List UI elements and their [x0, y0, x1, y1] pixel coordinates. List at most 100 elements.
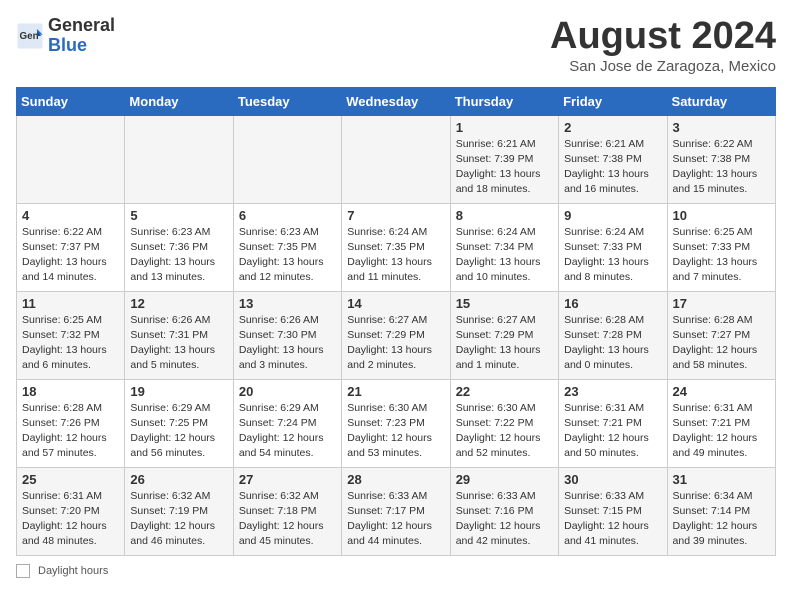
calendar-week-row: 1 Sunrise: 6:21 AM Sunset: 7:39 PM Daylig… [17, 115, 776, 203]
calendar-cell: 8Sunrise: 6:24 AM Sunset: 7:34 PM Daylig… [450, 203, 558, 291]
calendar-cell: 4 Sunrise: 6:22 AM Sunset: 7:37 PM Daylig… [17, 203, 125, 291]
calendar-cell: 19 Sunrise: 6:29 AM Sunset: 7:25 PM Dayli… [125, 379, 233, 467]
day-info: Sunrise: 6:26 AM Sunset: 7:31 PM Dayligh… [130, 313, 227, 374]
calendar-cell: 22 Sunrise: 6:30 AM Sunset: 7:22 PM Dayli… [450, 379, 558, 467]
day-number: 1 [456, 120, 553, 135]
day-number: 28 [347, 472, 444, 487]
header: Gen General Blue August 2024 San Jose de… [16, 16, 776, 75]
calendar-cell: 1 Sunrise: 6:21 AM Sunset: 7:39 PM Daylig… [450, 115, 558, 203]
weekday-header: Friday [559, 87, 667, 115]
day-info: Sunrise: 6:30 AM Sunset: 7:23 PM Dayligh… [347, 401, 444, 462]
legend-label: Daylight hours [38, 565, 108, 577]
calendar-cell: 16Sunrise: 6:28 AM Sunset: 7:28 PM Dayli… [559, 291, 667, 379]
day-info: Sunrise: 6:27 AM Sunset: 7:29 PM Dayligh… [347, 313, 444, 374]
day-number: 27 [239, 472, 336, 487]
logo: Gen General Blue [16, 16, 115, 56]
calendar-cell: 12 Sunrise: 6:26 AM Sunset: 7:31 PM Dayli… [125, 291, 233, 379]
day-info: Sunrise: 6:33 AM Sunset: 7:16 PM Dayligh… [456, 489, 553, 550]
calendar-cell: 2 Sunrise: 6:21 AM Sunset: 7:38 PM Daylig… [559, 115, 667, 203]
day-info: Sunrise: 6:29 AM Sunset: 7:25 PM Dayligh… [130, 401, 227, 462]
day-number: 30 [564, 472, 661, 487]
day-number: 4 [22, 208, 119, 223]
day-info: Sunrise: 6:33 AM Sunset: 7:17 PM Dayligh… [347, 489, 444, 550]
calendar-cell: 13Sunrise: 6:26 AM Sunset: 7:30 PM Dayli… [233, 291, 341, 379]
day-number: 17 [673, 296, 770, 311]
day-info: Sunrise: 6:24 AM Sunset: 7:35 PM Dayligh… [347, 225, 444, 286]
calendar-cell: 30Sunrise: 6:33 AM Sunset: 7:15 PM Dayli… [559, 467, 667, 555]
day-number: 21 [347, 384, 444, 399]
calendar-cell: 7 Sunrise: 6:24 AM Sunset: 7:35 PM Daylig… [342, 203, 450, 291]
weekday-header: Monday [125, 87, 233, 115]
day-number: 7 [347, 208, 444, 223]
calendar-week-row: 4 Sunrise: 6:22 AM Sunset: 7:37 PM Daylig… [17, 203, 776, 291]
day-info: Sunrise: 6:25 AM Sunset: 7:32 PM Dayligh… [22, 313, 119, 374]
day-number: 5 [130, 208, 227, 223]
day-number: 18 [22, 384, 119, 399]
day-info: Sunrise: 6:31 AM Sunset: 7:21 PM Dayligh… [564, 401, 661, 462]
day-info: Sunrise: 6:30 AM Sunset: 7:22 PM Dayligh… [456, 401, 553, 462]
logo-general: General [48, 16, 115, 36]
calendar-table: SundayMondayTuesdayWednesdayThursdayFrid… [16, 87, 776, 556]
page-container: Gen General Blue August 2024 San Jose de… [16, 16, 776, 578]
weekday-header: Thursday [450, 87, 558, 115]
day-info: Sunrise: 6:21 AM Sunset: 7:38 PM Dayligh… [564, 137, 661, 198]
day-info: Sunrise: 6:34 AM Sunset: 7:14 PM Dayligh… [673, 489, 770, 550]
day-info: Sunrise: 6:26 AM Sunset: 7:30 PM Dayligh… [239, 313, 336, 374]
calendar-cell: 21 Sunrise: 6:30 AM Sunset: 7:23 PM Dayli… [342, 379, 450, 467]
weekday-header: Saturday [667, 87, 775, 115]
day-info: Sunrise: 6:28 AM Sunset: 7:27 PM Dayligh… [673, 313, 770, 374]
month-title: August 2024 [550, 16, 776, 58]
day-number: 22 [456, 384, 553, 399]
calendar-cell: 6 Sunrise: 6:23 AM Sunset: 7:35 PM Daylig… [233, 203, 341, 291]
title-area: August 2024 San Jose de Zaragoza, Mexico [550, 16, 776, 75]
location: San Jose de Zaragoza, Mexico [550, 58, 776, 75]
day-number: 14 [347, 296, 444, 311]
calendar-cell: 5 Sunrise: 6:23 AM Sunset: 7:36 PM Daylig… [125, 203, 233, 291]
calendar-cell: 28 Sunrise: 6:33 AM Sunset: 7:17 PM Dayli… [342, 467, 450, 555]
calendar-cell: 10Sunrise: 6:25 AM Sunset: 7:33 PM Dayli… [667, 203, 775, 291]
calendar-cell: 9Sunrise: 6:24 AM Sunset: 7:33 PM Daylig… [559, 203, 667, 291]
weekday-header: Tuesday [233, 87, 341, 115]
calendar-cell: 11Sunrise: 6:25 AM Sunset: 7:32 PM Dayli… [17, 291, 125, 379]
day-number: 23 [564, 384, 661, 399]
calendar-cell: 14 Sunrise: 6:27 AM Sunset: 7:29 PM Dayli… [342, 291, 450, 379]
calendar-week-row: 25Sunrise: 6:31 AM Sunset: 7:20 PM Dayli… [17, 467, 776, 555]
day-number: 19 [130, 384, 227, 399]
day-number: 31 [673, 472, 770, 487]
day-info: Sunrise: 6:23 AM Sunset: 7:35 PM Dayligh… [239, 225, 336, 286]
day-info: Sunrise: 6:28 AM Sunset: 7:26 PM Dayligh… [22, 401, 119, 462]
day-info: Sunrise: 6:22 AM Sunset: 7:37 PM Dayligh… [22, 225, 119, 286]
day-info: Sunrise: 6:27 AM Sunset: 7:29 PM Dayligh… [456, 313, 553, 374]
day-info: Sunrise: 6:25 AM Sunset: 7:33 PM Dayligh… [673, 225, 770, 286]
calendar-cell: 31 Sunrise: 6:34 AM Sunset: 7:14 PM Dayli… [667, 467, 775, 555]
calendar-cell [125, 115, 233, 203]
day-info: Sunrise: 6:21 AM Sunset: 7:39 PM Dayligh… [456, 137, 553, 198]
day-info: Sunrise: 6:24 AM Sunset: 7:34 PM Dayligh… [456, 225, 553, 286]
day-number: 24 [673, 384, 770, 399]
calendar-cell: 29 Sunrise: 6:33 AM Sunset: 7:16 PM Dayli… [450, 467, 558, 555]
day-info: Sunrise: 6:31 AM Sunset: 7:20 PM Dayligh… [22, 489, 119, 550]
day-info: Sunrise: 6:32 AM Sunset: 7:19 PM Dayligh… [130, 489, 227, 550]
day-number: 29 [456, 472, 553, 487]
day-number: 26 [130, 472, 227, 487]
calendar-cell: 3Sunrise: 6:22 AM Sunset: 7:38 PM Daylig… [667, 115, 775, 203]
day-number: 15 [456, 296, 553, 311]
calendar-cell: 25Sunrise: 6:31 AM Sunset: 7:20 PM Dayli… [17, 467, 125, 555]
day-info: Sunrise: 6:29 AM Sunset: 7:24 PM Dayligh… [239, 401, 336, 462]
day-info: Sunrise: 6:31 AM Sunset: 7:21 PM Dayligh… [673, 401, 770, 462]
logo-icon: Gen [16, 22, 44, 50]
day-info: Sunrise: 6:28 AM Sunset: 7:28 PM Dayligh… [564, 313, 661, 374]
day-info: Sunrise: 6:32 AM Sunset: 7:18 PM Dayligh… [239, 489, 336, 550]
day-info: Sunrise: 6:24 AM Sunset: 7:33 PM Dayligh… [564, 225, 661, 286]
calendar-cell: 18 Sunrise: 6:28 AM Sunset: 7:26 PM Dayli… [17, 379, 125, 467]
day-info: Sunrise: 6:23 AM Sunset: 7:36 PM Dayligh… [130, 225, 227, 286]
day-number: 12 [130, 296, 227, 311]
calendar-week-row: 18 Sunrise: 6:28 AM Sunset: 7:26 PM Dayli… [17, 379, 776, 467]
day-number: 2 [564, 120, 661, 135]
day-number: 6 [239, 208, 336, 223]
svg-text:Gen: Gen [20, 31, 39, 42]
day-info: Sunrise: 6:22 AM Sunset: 7:38 PM Dayligh… [673, 137, 770, 198]
calendar-cell [233, 115, 341, 203]
calendar-week-row: 11Sunrise: 6:25 AM Sunset: 7:32 PM Dayli… [17, 291, 776, 379]
logo-blue: Blue [48, 36, 115, 56]
